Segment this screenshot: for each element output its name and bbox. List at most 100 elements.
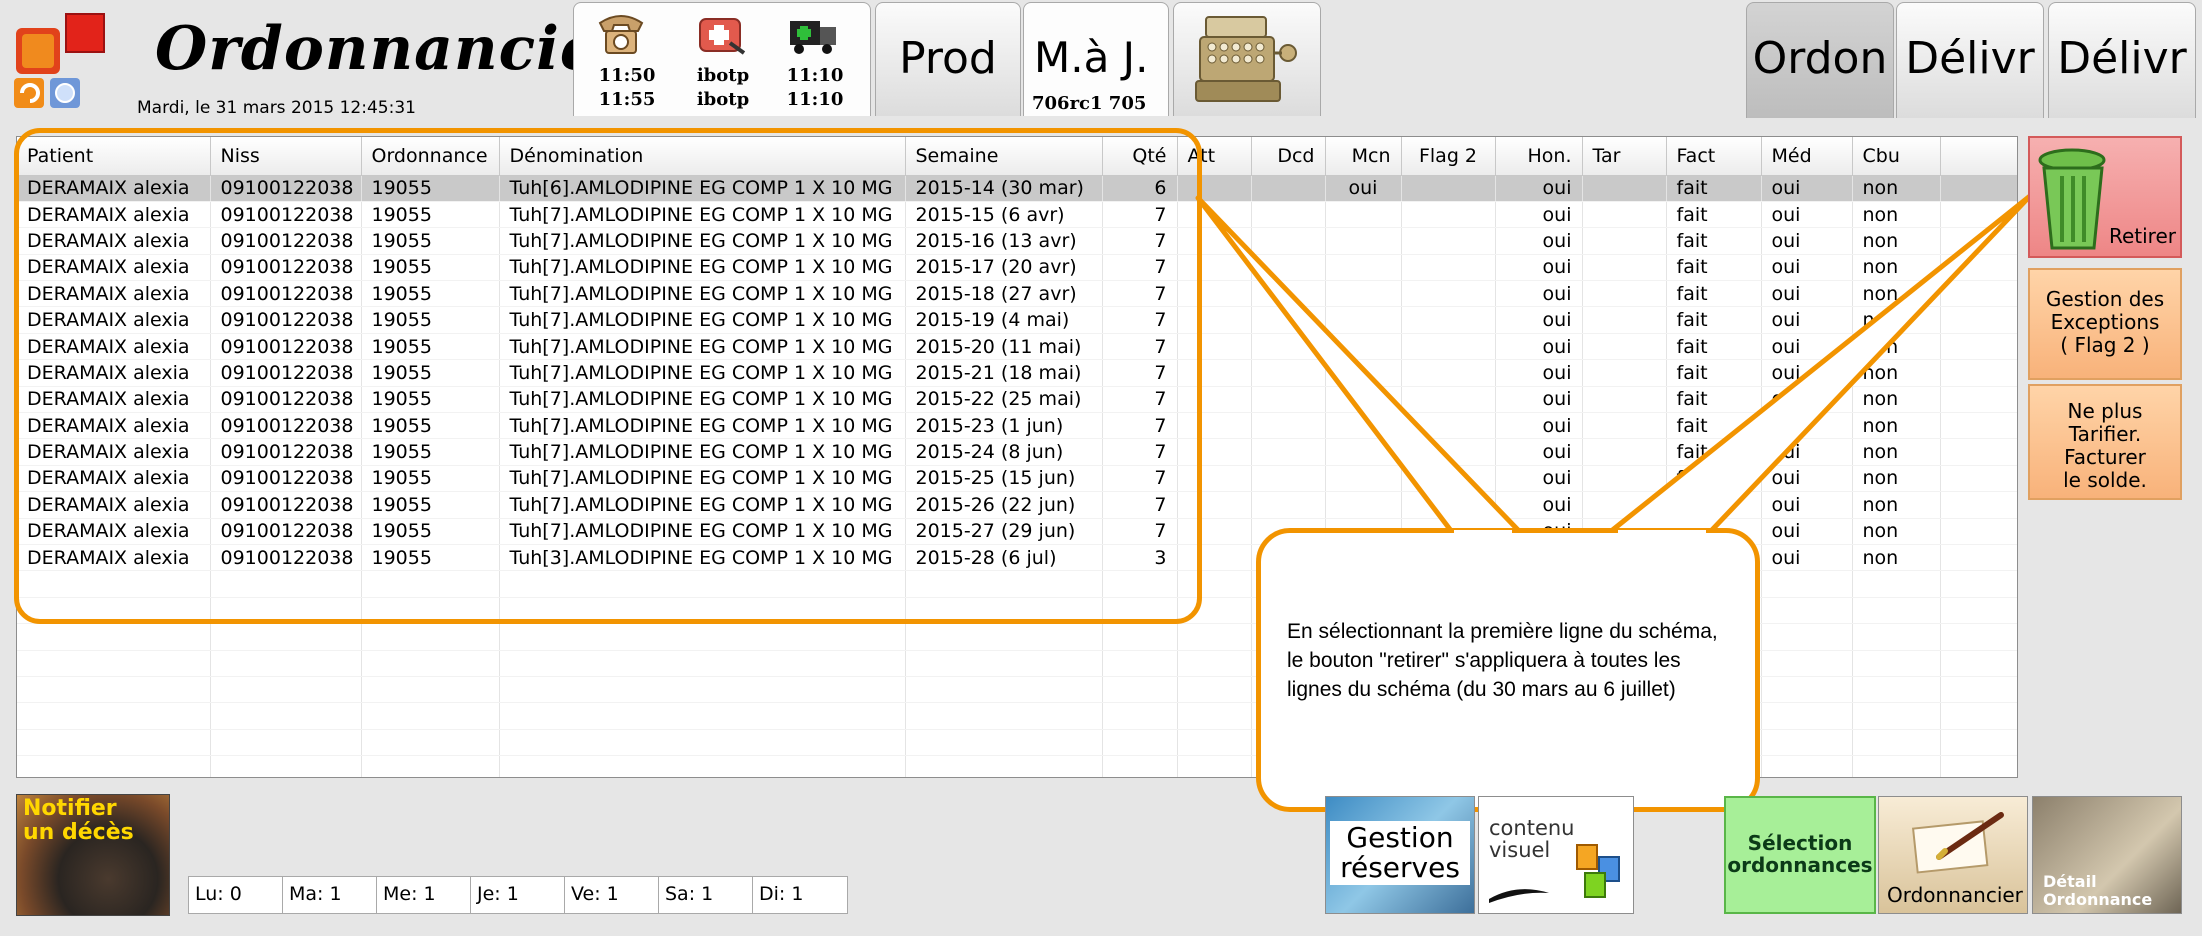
cell-flag2 — [1401, 333, 1496, 361]
cell-mcn — [1325, 227, 1402, 255]
empty-cell — [1852, 729, 1941, 757]
col-header-med[interactable]: Méd — [1761, 137, 1853, 176]
cell-filler — [1940, 491, 2017, 519]
day-count-ve: Ve: 1 — [564, 876, 660, 914]
col-header-tar[interactable]: Tar — [1582, 137, 1667, 176]
cell-cbu: non — [1852, 254, 1941, 282]
empty-cell — [1852, 702, 1941, 730]
selection-ordonnances-button[interactable]: Sélection ordonnances — [1724, 796, 1876, 914]
cell-fact: fait — [1666, 412, 1762, 440]
tab-delivr-1[interactable]: Délivr — [1896, 2, 2044, 118]
tab-ordon[interactable]: Ordon — [1746, 2, 1894, 118]
empty-cell — [17, 623, 211, 651]
cell-dcd — [1251, 412, 1326, 440]
col-header-filler — [1940, 137, 2017, 176]
cell-dcd — [1251, 201, 1326, 229]
empty-cell — [499, 729, 906, 757]
empty-cell — [499, 676, 906, 704]
empty-cell — [210, 729, 362, 757]
detail-line-1: Détail — [2043, 872, 2097, 891]
empty-cell — [1102, 650, 1178, 677]
cell-fact: fait — [1666, 465, 1762, 493]
gestion-reserves-button[interactable]: Gestion réserves — [1325, 796, 1475, 914]
tarifier-line-4: le solde. — [2063, 468, 2147, 492]
cell-mcn — [1325, 438, 1402, 466]
cell-flag2 — [1401, 201, 1496, 229]
cell-med: oui — [1761, 227, 1853, 255]
cell-dcd — [1251, 333, 1326, 361]
ne-plus-tarifier-button[interactable]: Ne plus Tarifier. Facturer le solde. — [2028, 384, 2182, 500]
empty-cell — [1761, 570, 1853, 598]
status-panel[interactable]: 11:50 11:55 ibotp ibotp 11:10 11:10 — [573, 2, 871, 116]
col-header-dcd[interactable]: Dcd — [1251, 137, 1326, 176]
cell-fact: fait — [1666, 359, 1762, 387]
cell-filler — [1940, 544, 2017, 572]
empty-cell — [499, 650, 906, 677]
empty-cell — [1177, 676, 1252, 704]
empty-cell — [1852, 755, 1941, 777]
col-header-fact[interactable]: Fact — [1666, 137, 1762, 176]
prod-button[interactable]: Prod — [875, 2, 1021, 116]
app-logo-icon — [14, 13, 105, 108]
col-header-hon[interactable]: Hon. — [1495, 137, 1583, 176]
day-count-je: Je: 1 — [470, 876, 566, 914]
maj-button[interactable]: M.à J. 706rc1 705 — [1023, 2, 1169, 116]
empty-cell — [1761, 623, 1853, 651]
empty-cell — [1940, 729, 2017, 757]
cell-flag2 — [1401, 306, 1496, 334]
ambulance-truck-icon — [790, 21, 836, 54]
col-header-flag2[interactable]: Flag 2 — [1401, 137, 1496, 176]
empty-cell — [210, 650, 362, 677]
cell-fact: fait — [1666, 254, 1762, 282]
cell-mcn — [1325, 254, 1402, 282]
empty-cell — [905, 755, 1103, 777]
cell-cbu: non — [1852, 306, 1941, 334]
col-header-cbu[interactable]: Cbu — [1852, 137, 1941, 176]
maj-label: M.à J. — [1034, 33, 1149, 82]
col-header-mcn[interactable]: Mcn — [1325, 137, 1402, 176]
gestion-exceptions-button[interactable]: Gestion des Exceptions ( Flag 2 ) — [2028, 268, 2182, 380]
empty-cell — [499, 755, 906, 777]
empty-cell — [1177, 702, 1252, 730]
day-count-sa: Sa: 1 — [658, 876, 754, 914]
cell-flag2 — [1401, 280, 1496, 308]
selection-line-1: Sélection — [1747, 831, 1853, 855]
cell-cbu: non — [1852, 359, 1941, 387]
empty-cell — [905, 623, 1103, 651]
cash-register-button[interactable] — [1173, 2, 1321, 116]
pen-paper-icon — [1911, 812, 2004, 874]
cell-dcd — [1251, 491, 1326, 519]
cell-tar — [1582, 438, 1667, 466]
cell-tar — [1582, 386, 1667, 414]
tab-delivr-2[interactable]: Délivr — [2048, 2, 2196, 118]
cell-hon: oui — [1495, 227, 1583, 255]
cell-hon: oui — [1495, 333, 1583, 361]
cell-flag2 — [1401, 465, 1496, 493]
tab-ordon-label: Ordon — [1752, 33, 1888, 84]
cell-filler — [1940, 438, 2017, 466]
empty-cell — [17, 650, 211, 677]
tab-delivr-2-label: Délivr — [2057, 33, 2187, 84]
empty-cell — [210, 755, 362, 777]
exceptions-line-2: Exceptions — [2050, 310, 2160, 334]
notifier-deces-button[interactable]: Notifier un décès — [16, 794, 170, 916]
cell-hon: oui — [1495, 386, 1583, 414]
medicine-bag-icon — [699, 18, 746, 55]
empty-cell — [1852, 650, 1941, 677]
cell-med: oui — [1761, 201, 1853, 229]
cell-med: oui — [1761, 333, 1853, 361]
retirer-button[interactable]: Retirer — [2028, 136, 2182, 258]
ordonnancier-button[interactable]: Ordonnancier — [1878, 796, 2028, 914]
cell-hon: oui — [1495, 491, 1583, 519]
cell-mcn — [1325, 412, 1402, 440]
maj-version: 706rc1 705 — [1032, 93, 1147, 114]
empty-cell — [1761, 755, 1853, 777]
empty-cell — [17, 755, 211, 777]
empty-cell — [905, 650, 1103, 677]
swoosh-icon — [1489, 889, 1549, 903]
cell-tar — [1582, 254, 1667, 282]
contenu-visuel-button[interactable]: contenu visuel — [1478, 796, 1634, 914]
cell-hon: oui — [1495, 306, 1583, 334]
cell-hon: oui — [1495, 359, 1583, 387]
detail-ordonnance-button[interactable]: Détail Ordonnance — [2032, 796, 2182, 914]
